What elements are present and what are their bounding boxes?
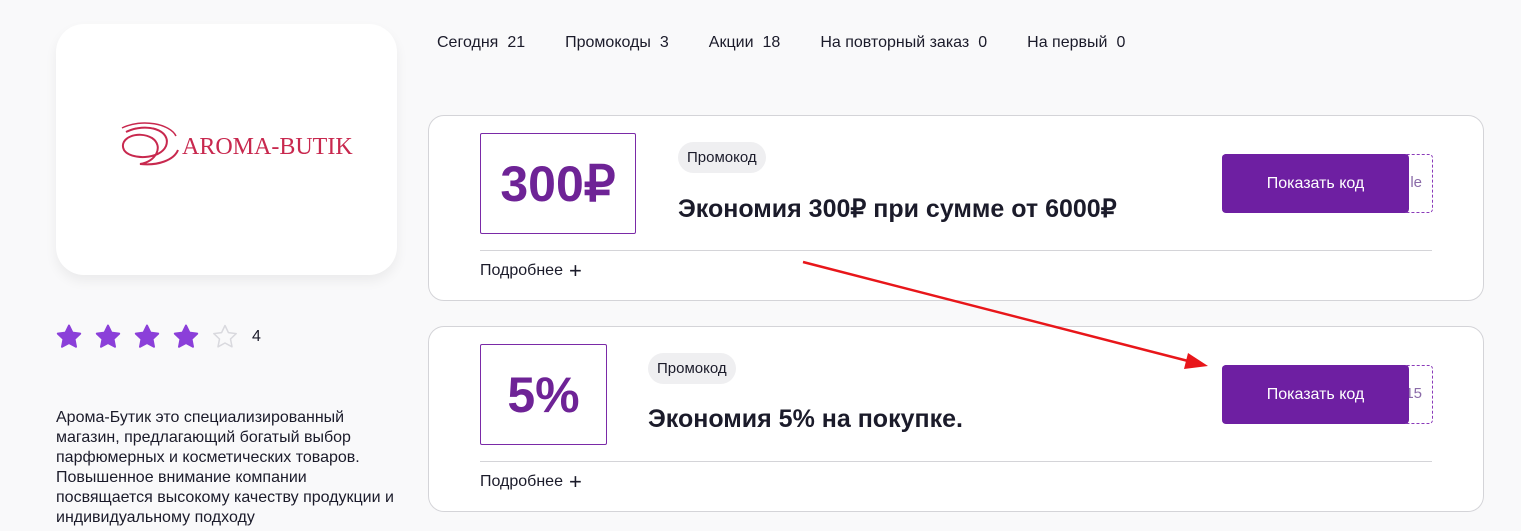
offer-value: 300₽ — [480, 133, 636, 234]
details-toggle[interactable]: Подробнее + — [480, 469, 582, 494]
tab-today[interactable]: Сегодня 21 — [437, 34, 525, 52]
details-label: Подробнее — [480, 262, 563, 279]
rating-value: 4 — [252, 328, 261, 345]
promo-code-reveal[interactable]: 15 Показать код — [1222, 365, 1433, 424]
details-label: Подробнее — [480, 473, 563, 490]
divider — [480, 461, 1432, 462]
tab-label: На первый — [1027, 34, 1108, 51]
star-icon-filled — [134, 324, 160, 348]
store-logo: AROMA-BUTIK — [121, 122, 353, 166]
star-icon-filled — [173, 324, 199, 348]
offer-title: Экономия 5% на покупке. — [648, 405, 963, 433]
tab-deals[interactable]: Акции 18 — [709, 34, 781, 52]
offer-type-badge: Промокод — [648, 353, 736, 384]
tab-count: 0 — [1116, 34, 1126, 51]
tab-repeat-order[interactable]: На повторный заказ 0 — [820, 34, 987, 52]
tab-count: 3 — [659, 34, 669, 51]
divider — [480, 250, 1432, 251]
tab-count: 0 — [978, 34, 988, 51]
promo-code-peek: le — [1410, 174, 1422, 191]
offer-tabs: Сегодня 21 Промокоды 3 Акции 18 На повторны… — [437, 34, 1165, 52]
tab-promocodes[interactable]: Промокоды 3 — [565, 34, 669, 52]
tab-first-order[interactable]: На первый 0 — [1027, 34, 1125, 52]
show-code-button[interactable]: Показать код — [1222, 154, 1409, 213]
offer-value: 5% — [480, 344, 607, 445]
offer-title: Экономия 300₽ при сумме от 6000₽ — [678, 195, 1117, 223]
star-icon-filled — [56, 324, 82, 348]
plus-icon: + — [568, 469, 582, 494]
offer-card: 300₽ Промокод Экономия 300₽ при сумме от… — [428, 115, 1484, 301]
store-description: Арома-Бутик это специализированный магаз… — [56, 409, 394, 526]
details-toggle[interactable]: Подробнее + — [480, 258, 582, 283]
tab-label: Сегодня — [437, 34, 499, 51]
tab-count: 21 — [507, 34, 526, 51]
offer-card: 5% Промокод Экономия 5% на покупке. 15 П… — [428, 326, 1484, 512]
show-code-button[interactable]: Показать код — [1222, 365, 1409, 424]
star-icon-empty — [213, 324, 237, 348]
plus-icon: + — [568, 258, 582, 283]
store-logo-card: AROMA-BUTIK — [56, 24, 397, 275]
logo-text: AROMA-BUTIK — [182, 134, 353, 160]
tab-label: На повторный заказ — [820, 34, 970, 51]
star-icon-filled — [95, 324, 121, 348]
store-rating: 4 — [56, 324, 261, 350]
tab-label: Промокоды — [565, 34, 651, 51]
promo-code-reveal[interactable]: le Показать код — [1222, 154, 1433, 213]
tab-label: Акции — [708, 34, 754, 51]
offer-type-badge: Промокод — [678, 142, 766, 173]
tab-count: 18 — [762, 34, 781, 51]
